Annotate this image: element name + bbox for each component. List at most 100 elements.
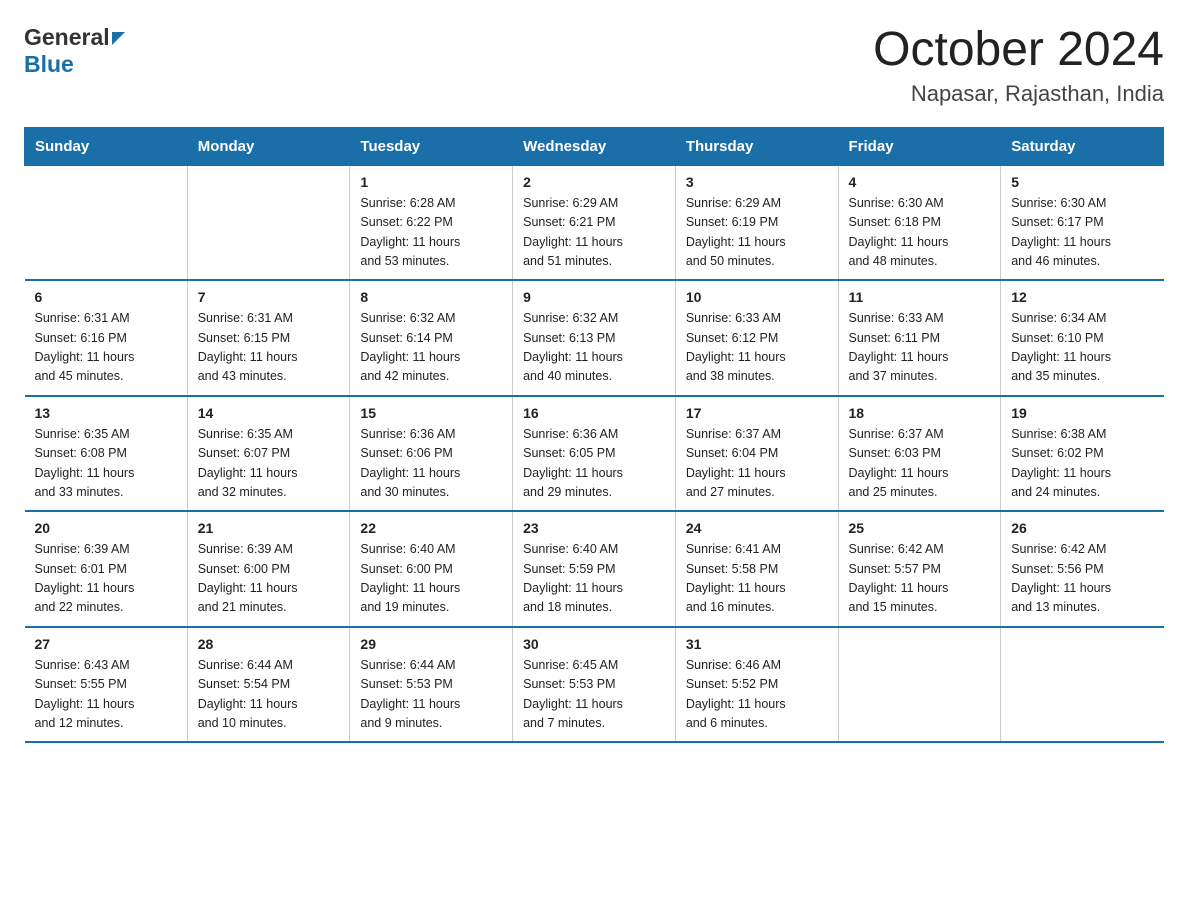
day-info: Sunrise: 6:37 AMSunset: 6:03 PMDaylight:… [849, 425, 991, 503]
day-info: Sunrise: 6:29 AMSunset: 6:19 PMDaylight:… [686, 194, 828, 272]
day-cell: 29Sunrise: 6:44 AMSunset: 5:53 PMDayligh… [350, 627, 513, 743]
header-tuesday: Tuesday [350, 127, 513, 165]
week-row-5: 27 Sunrise: 6:43 AMSunset: 5:55 PMDayligh… [25, 627, 1164, 743]
header-monday: Monday [187, 127, 350, 165]
day-cell: 8 Sunrise: 6:32 AMSunset: 6:14 PMDaylight… [350, 280, 513, 396]
day-number: 10 [686, 289, 828, 305]
day-info: Sunrise: 6:45 AMSunset: 5:53 PMDaylight:… [523, 656, 665, 734]
day-cell: 4 Sunrise: 6:30 AMSunset: 6:18 PMDaylight… [838, 165, 1001, 280]
day-number: 2 [523, 174, 665, 190]
day-cell: 12Sunrise: 6:34 AMSunset: 6:10 PMDayligh… [1001, 280, 1164, 396]
day-number: 4 [849, 174, 991, 190]
header-sunday: Sunday [25, 127, 188, 165]
day-cell: 17 Sunrise: 6:37 AMSunset: 6:04 PMDayligh… [675, 396, 838, 512]
day-number: 8 [360, 289, 502, 305]
page-subtitle: Napasar, Rajasthan, India [873, 81, 1164, 107]
week-row-3: 13 Sunrise: 6:35 AMSunset: 6:08 PMDayligh… [25, 396, 1164, 512]
day-info: Sunrise: 6:40 AMSunset: 6:00 PMDaylight:… [360, 540, 502, 618]
day-info: Sunrise: 6:42 AMSunset: 5:57 PMDaylight:… [849, 540, 991, 618]
day-number: 25 [849, 520, 991, 536]
logo: General Blue [24, 24, 125, 78]
day-number: 26 [1011, 520, 1153, 536]
day-cell: 30 Sunrise: 6:45 AMSunset: 5:53 PMDayligh… [513, 627, 676, 743]
day-cell: 27 Sunrise: 6:43 AMSunset: 5:55 PMDayligh… [25, 627, 188, 743]
day-cell: 14Sunrise: 6:35 AMSunset: 6:07 PMDayligh… [187, 396, 350, 512]
day-cell: 5 Sunrise: 6:30 AMSunset: 6:17 PMDaylight… [1001, 165, 1164, 280]
week-row-2: 6Sunrise: 6:31 AMSunset: 6:16 PMDaylight… [25, 280, 1164, 396]
day-info: Sunrise: 6:30 AMSunset: 6:17 PMDaylight:… [1011, 194, 1153, 272]
day-number: 31 [686, 636, 828, 652]
day-cell: 13 Sunrise: 6:35 AMSunset: 6:08 PMDayligh… [25, 396, 188, 512]
week-row-4: 20 Sunrise: 6:39 AMSunset: 6:01 PMDayligh… [25, 511, 1164, 627]
day-cell [187, 165, 350, 280]
day-cell: 15 Sunrise: 6:36 AMSunset: 6:06 PMDayligh… [350, 396, 513, 512]
day-number: 17 [686, 405, 828, 421]
page-title: October 2024 [873, 24, 1164, 77]
day-number: 28 [198, 636, 340, 652]
day-number: 29 [360, 636, 502, 652]
day-info: Sunrise: 6:39 AMSunset: 6:01 PMDaylight:… [35, 540, 177, 618]
day-info: Sunrise: 6:32 AMSunset: 6:13 PMDaylight:… [523, 309, 665, 387]
day-cell: 20 Sunrise: 6:39 AMSunset: 6:01 PMDayligh… [25, 511, 188, 627]
day-cell [838, 627, 1001, 743]
day-info: Sunrise: 6:35 AMSunset: 6:08 PMDaylight:… [35, 425, 177, 503]
day-number: 9 [523, 289, 665, 305]
day-number: 18 [849, 405, 991, 421]
day-number: 20 [35, 520, 177, 536]
day-cell: 10 Sunrise: 6:33 AMSunset: 6:12 PMDayligh… [675, 280, 838, 396]
day-cell: 25 Sunrise: 6:42 AMSunset: 5:57 PMDayligh… [838, 511, 1001, 627]
day-cell: 3 Sunrise: 6:29 AMSunset: 6:19 PMDaylight… [675, 165, 838, 280]
day-cell: 16 Sunrise: 6:36 AMSunset: 6:05 PMDayligh… [513, 396, 676, 512]
day-cell: 21 Sunrise: 6:39 AMSunset: 6:00 PMDayligh… [187, 511, 350, 627]
day-number: 15 [360, 405, 502, 421]
day-number: 11 [849, 289, 991, 305]
day-number: 30 [523, 636, 665, 652]
day-number: 7 [198, 289, 340, 305]
header-friday: Friday [838, 127, 1001, 165]
day-info: Sunrise: 6:37 AMSunset: 6:04 PMDaylight:… [686, 425, 828, 503]
day-cell [25, 165, 188, 280]
day-info: Sunrise: 6:39 AMSunset: 6:00 PMDaylight:… [198, 540, 340, 618]
day-info: Sunrise: 6:33 AMSunset: 6:12 PMDaylight:… [686, 309, 828, 387]
day-info: Sunrise: 6:32 AMSunset: 6:14 PMDaylight:… [360, 309, 502, 387]
day-number: 13 [35, 405, 177, 421]
day-cell: 6Sunrise: 6:31 AMSunset: 6:16 PMDaylight… [25, 280, 188, 396]
day-info: Sunrise: 6:34 AMSunset: 6:10 PMDaylight:… [1011, 309, 1153, 387]
day-number: 6 [35, 289, 177, 305]
day-cell: 7 Sunrise: 6:31 AMSunset: 6:15 PMDaylight… [187, 280, 350, 396]
day-info: Sunrise: 6:31 AMSunset: 6:15 PMDaylight:… [198, 309, 340, 387]
day-info: Sunrise: 6:36 AMSunset: 6:05 PMDaylight:… [523, 425, 665, 503]
day-number: 27 [35, 636, 177, 652]
day-info: Sunrise: 6:36 AMSunset: 6:06 PMDaylight:… [360, 425, 502, 503]
logo-general-label: General [24, 24, 110, 51]
day-cell: 26Sunrise: 6:42 AMSunset: 5:56 PMDayligh… [1001, 511, 1164, 627]
day-cell: 22 Sunrise: 6:40 AMSunset: 6:00 PMDayligh… [350, 511, 513, 627]
day-cell: 9 Sunrise: 6:32 AMSunset: 6:13 PMDaylight… [513, 280, 676, 396]
day-info: Sunrise: 6:41 AMSunset: 5:58 PMDaylight:… [686, 540, 828, 618]
title-block: October 2024 Napasar, Rajasthan, India [873, 24, 1164, 107]
header-wednesday: Wednesday [513, 127, 676, 165]
header-thursday: Thursday [675, 127, 838, 165]
logo-blue-text: Blue [24, 51, 74, 78]
day-number: 21 [198, 520, 340, 536]
day-number: 3 [686, 174, 828, 190]
day-info: Sunrise: 6:43 AMSunset: 5:55 PMDaylight:… [35, 656, 177, 734]
day-number: 23 [523, 520, 665, 536]
day-number: 16 [523, 405, 665, 421]
day-cell: 31 Sunrise: 6:46 AMSunset: 5:52 PMDayligh… [675, 627, 838, 743]
day-cell: 28Sunrise: 6:44 AMSunset: 5:54 PMDayligh… [187, 627, 350, 743]
day-info: Sunrise: 6:46 AMSunset: 5:52 PMDaylight:… [686, 656, 828, 734]
page-header: General Blue October 2024 Napasar, Rajas… [24, 24, 1164, 107]
logo-triangle-icon [112, 32, 125, 45]
day-number: 19 [1011, 405, 1153, 421]
day-cell: 11 Sunrise: 6:33 AMSunset: 6:11 PMDayligh… [838, 280, 1001, 396]
day-info: Sunrise: 6:30 AMSunset: 6:18 PMDaylight:… [849, 194, 991, 272]
day-info: Sunrise: 6:29 AMSunset: 6:21 PMDaylight:… [523, 194, 665, 272]
day-info: Sunrise: 6:33 AMSunset: 6:11 PMDaylight:… [849, 309, 991, 387]
day-number: 22 [360, 520, 502, 536]
day-number: 24 [686, 520, 828, 536]
logo-blue-label: Blue [24, 51, 74, 78]
day-number: 5 [1011, 174, 1153, 190]
day-cell: 18 Sunrise: 6:37 AMSunset: 6:03 PMDayligh… [838, 396, 1001, 512]
day-cell [1001, 627, 1164, 743]
